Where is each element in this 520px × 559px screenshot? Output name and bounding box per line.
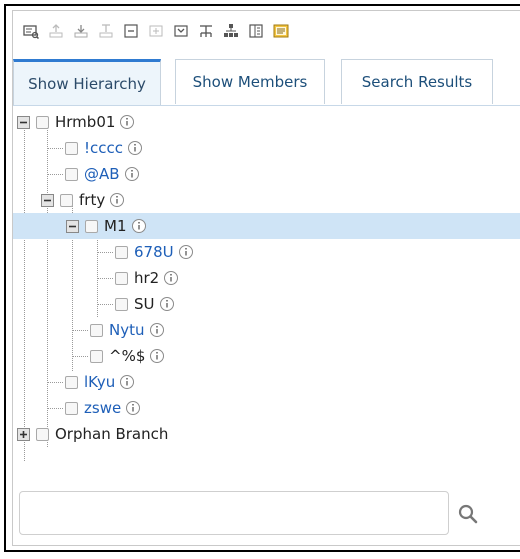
tree-node-label: Hrmb01 xyxy=(55,113,116,131)
tree-row: @AB xyxy=(13,161,520,187)
info-icon[interactable] xyxy=(119,374,135,390)
tree-row: zswe xyxy=(13,395,520,421)
tree-row: Nytu xyxy=(13,317,520,343)
search-input[interactable] xyxy=(20,492,448,534)
info-icon[interactable] xyxy=(127,140,143,156)
collapse-all-icon[interactable] xyxy=(123,23,139,39)
info-icon[interactable] xyxy=(124,166,140,182)
tree-node-m1[interactable]: M1 xyxy=(66,213,147,239)
info-icon[interactable] xyxy=(163,270,179,286)
info-icon[interactable] xyxy=(149,348,165,364)
report-icon[interactable] xyxy=(273,23,289,39)
find-icon[interactable] xyxy=(23,23,39,39)
details-icon[interactable] xyxy=(248,23,264,39)
tree-node-hr2[interactable]: hr2 xyxy=(115,265,179,291)
node-checkbox[interactable] xyxy=(60,193,73,207)
hierarchy-panel: Show Hierarchy Show Members Search Resul… xyxy=(12,10,520,546)
node-checkbox[interactable] xyxy=(90,349,103,363)
tree-row: hr2 xyxy=(13,265,520,291)
tree-row: 678U xyxy=(13,239,520,265)
search-box xyxy=(19,491,449,535)
node-checkbox[interactable] xyxy=(85,219,98,233)
tree-node-orphan-branch[interactable]: Orphan Branch xyxy=(17,421,168,447)
tree-node-lkyu[interactable]: lKyu xyxy=(65,369,135,395)
tree-node-label: zswe xyxy=(84,399,122,417)
tree-node-label: Orphan Branch xyxy=(55,425,169,443)
search-icon[interactable] xyxy=(457,503,479,525)
tree-row: !cccc xyxy=(13,135,520,161)
tree-node-ab[interactable]: @AB xyxy=(65,161,140,187)
info-icon[interactable] xyxy=(159,296,175,312)
info-icon[interactable] xyxy=(119,114,135,130)
tree-row: SU xyxy=(13,291,520,317)
node-checkbox[interactable] xyxy=(65,167,78,181)
tree-node-label: SU xyxy=(134,295,155,313)
tree-row-selected: M1 xyxy=(13,213,520,239)
info-icon[interactable] xyxy=(178,244,194,260)
tree-node-su[interactable]: SU xyxy=(115,291,175,317)
tree-node-label: hr2 xyxy=(134,269,160,287)
tree-row: frty xyxy=(13,187,520,213)
tree-node-label: frty xyxy=(79,191,106,209)
tree-node-label: Nytu xyxy=(109,321,145,339)
tree-node-label: lKyu xyxy=(84,373,116,391)
tree-row: ^%$ xyxy=(13,343,520,369)
collapse-icon[interactable] xyxy=(66,219,79,233)
toolbar xyxy=(23,19,289,43)
node-checkbox[interactable] xyxy=(65,401,78,415)
tree-node-nytu[interactable]: Nytu xyxy=(90,317,165,343)
hierarchy-browser-window: Show Hierarchy Show Members Search Resul… xyxy=(4,4,520,552)
tree-node-frty[interactable]: frty xyxy=(41,187,125,213)
level-icon xyxy=(98,23,114,39)
tree-node-label: @AB xyxy=(84,165,120,183)
expand-icon xyxy=(148,23,164,39)
node-checkbox[interactable] xyxy=(36,427,49,441)
tree-node-label: ^%$ xyxy=(109,347,146,365)
info-icon[interactable] xyxy=(125,400,141,416)
tree-row: lKyu xyxy=(13,369,520,395)
collapse-icon[interactable] xyxy=(17,115,30,129)
tree-node-label: M1 xyxy=(104,217,127,235)
collapse-icon[interactable] xyxy=(41,193,54,207)
tree-node-zswe[interactable]: zswe xyxy=(65,395,141,421)
tab-search-results[interactable]: Search Results xyxy=(341,59,493,104)
tree-node-cccc[interactable]: !cccc xyxy=(65,135,143,161)
tab-show-hierarchy[interactable]: Show Hierarchy xyxy=(13,59,161,105)
expand-all-icon[interactable] xyxy=(173,23,189,39)
node-checkbox[interactable] xyxy=(65,141,78,155)
tree-row: Hrmb01 xyxy=(13,109,520,135)
tree-node-hrmb01[interactable]: Hrmb01 xyxy=(17,109,135,135)
node-checkbox[interactable] xyxy=(90,323,103,337)
node-checkbox[interactable] xyxy=(115,271,128,285)
move-down-icon xyxy=(73,23,89,39)
tree-node-678u[interactable]: 678U xyxy=(115,239,194,265)
info-icon[interactable] xyxy=(131,218,147,234)
tree-node-label: 678U xyxy=(134,243,174,261)
info-icon[interactable] xyxy=(109,192,125,208)
node-checkbox[interactable] xyxy=(65,375,78,389)
tree-node-special[interactable]: ^%$ xyxy=(90,343,165,369)
tab-show-members[interactable]: Show Members xyxy=(175,59,325,104)
expand-node-icon[interactable] xyxy=(17,427,30,441)
node-checkbox[interactable] xyxy=(115,245,128,259)
node-checkbox[interactable] xyxy=(36,115,49,129)
hierarchy-tree: Hrmb01 !cccc @AB frty M1 678U hr2 SU Nyt… xyxy=(13,109,520,481)
tree-row: Orphan Branch xyxy=(13,421,520,447)
tab-bar: Show Hierarchy Show Members Search Resul… xyxy=(13,59,520,106)
info-icon[interactable] xyxy=(149,322,165,338)
move-up-icon xyxy=(48,23,64,39)
node-checkbox[interactable] xyxy=(115,297,128,311)
org-chart-icon[interactable] xyxy=(223,23,239,39)
tree-node-label: !cccc xyxy=(84,139,124,157)
hierarchy-icon[interactable] xyxy=(198,23,214,39)
